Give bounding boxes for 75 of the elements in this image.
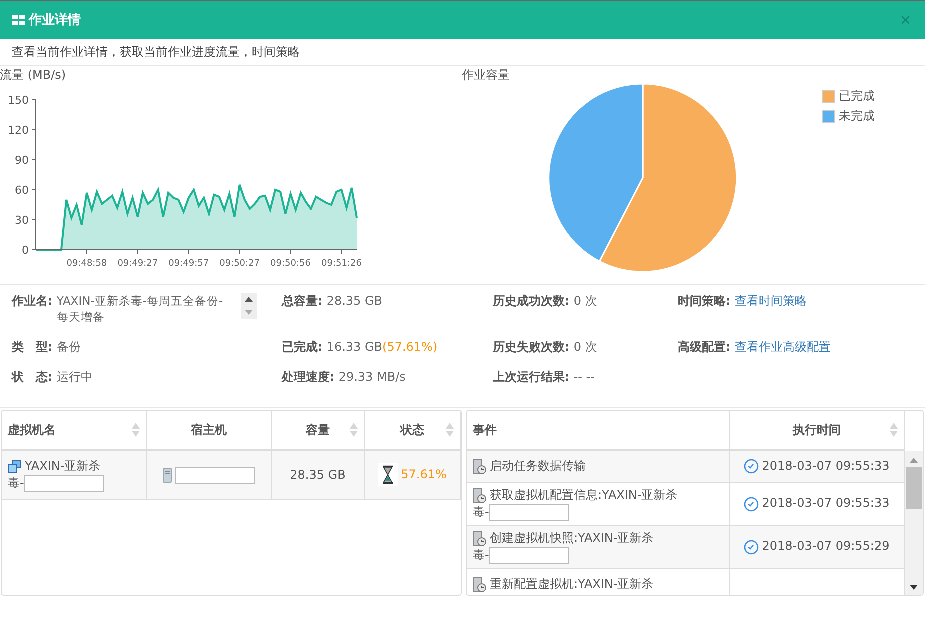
sort-icon[interactable] [132,423,140,437]
description-text: 查看当前作业详情，获取当前作业进度流量，时间策略 [12,44,300,60]
legend-swatch [822,110,835,123]
document-clock-icon [473,458,487,475]
legend-swatch [822,90,835,103]
x-tick-label: 09:51:26 [322,259,362,268]
event-text: 创建虚拟机快照:YAXIN-亚新杀 [473,531,654,545]
y-tick-label: 60 [15,184,29,197]
scrollbar[interactable] [905,451,923,595]
time-text: 2018-03-07 09:55:33 [762,496,890,510]
info-value: 16.33 GB [326,339,383,355]
clock-icon [744,459,760,474]
info-label: 类 型: [12,339,53,355]
time-text: 2018-03-07 09:55:33 [762,458,890,473]
x-tick-label: 09:50:27 [220,259,260,268]
legend-label: 已完成 [839,88,875,105]
percent-value: (57.61%) [382,339,438,355]
y-tick-label: 30 [15,214,29,227]
info-value: -- -- [574,369,595,385]
info-value: 0 次 [574,339,598,355]
scroll-arrows-icon[interactable] [240,293,257,319]
sort-icon[interactable] [890,423,898,437]
y-tick-label: 0 [22,244,29,257]
server-icon [163,468,172,482]
event-text-suffix: 毒- [473,547,490,564]
info-label: 时间策略: [678,293,731,309]
x-tick-label: 09:49:57 [168,259,210,268]
progress-percent: 57.61% [401,467,447,482]
info-value: 0 次 [574,293,598,309]
sort-icon[interactable] [446,423,454,437]
event-text: 启动任务数据传输 [473,459,586,473]
table-cell: 28.35 GB [272,450,364,500]
clock-icon [744,540,760,555]
x-tick-label: 09:50:56 [270,259,311,268]
event-text: 重新配置虚拟机:YAXIN-亚新杀 [473,577,654,591]
hourglass-icon [378,462,398,488]
arrow-down-icon[interactable] [909,583,919,591]
job-name-value: YAXIN-亚新杀毒-每周五全备份-每天增备 [56,293,224,325]
info-link[interactable]: 查看作业高级配置 [734,339,831,355]
info-value: 运行中 [56,369,93,385]
grid-icon [12,15,25,25]
y-tick-label: 150 [8,94,29,107]
chart-title: 流量 (MB/s) [0,67,66,84]
x-tick-label: 09:48:58 [66,259,108,268]
info-value: 29.33 MB/s [338,369,406,385]
vm-icon [8,460,22,474]
sort-icon[interactable] [350,423,358,437]
info-label: 历史失败次数: [493,339,570,355]
y-tick-label: 90 [15,154,29,167]
info-value: 备份 [56,339,81,355]
document-clock-icon [473,530,487,547]
vm-name: YAXIN-亚新杀 [8,459,101,473]
info-label: 状 态: [12,369,53,385]
arrow-up-icon[interactable] [909,457,919,465]
x-tick-label: 09:49:27 [118,259,158,268]
info-label: 已完成: [282,339,323,355]
window-title: 作业详情 [29,12,81,29]
document-clock-icon [473,488,487,504]
chart-title: 作业容量 [462,67,510,84]
info-label: 上次运行结果: [493,369,570,385]
legend-label: 未完成 [839,108,875,125]
info-label: 历史成功次数: [493,293,570,309]
event-text-suffix: 毒- [473,504,490,521]
info-link[interactable]: 查看时间策略 [734,293,807,309]
event-text: 获取虚拟机配置信息:YAXIN-亚新杀 [473,488,678,502]
y-tick-label: 120 [8,124,29,137]
info-label: 作业名: [12,293,53,309]
info-value: 28.35 GB [326,293,383,309]
time-text: 2018-03-07 09:55:29 [762,539,890,554]
clock-icon [744,496,760,512]
info-label: 高级配置: [678,339,731,355]
vm-name-suffix: 毒- [8,475,24,492]
info-label: 总容量: [282,293,323,309]
document-clock-icon [473,576,487,593]
info-label: 处理速度: [282,369,335,385]
